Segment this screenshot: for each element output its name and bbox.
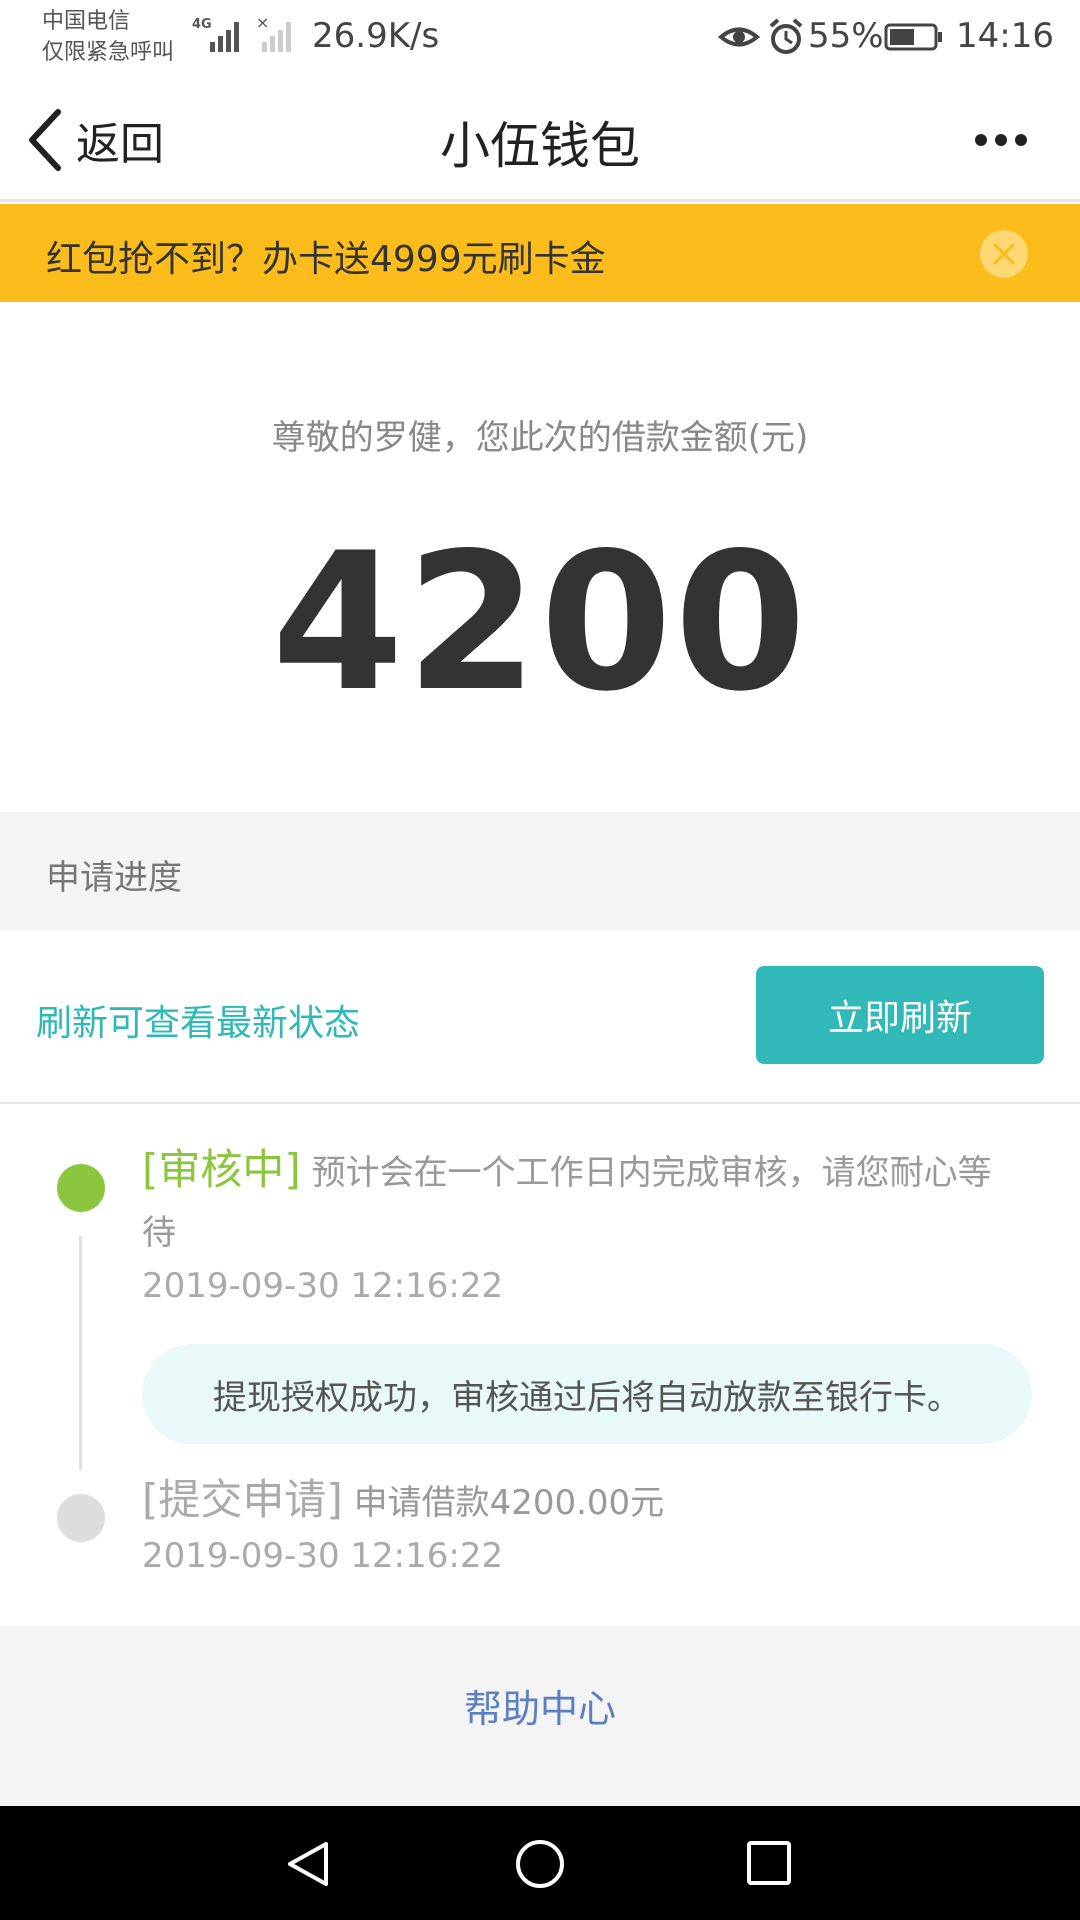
system-nav-bar <box>0 1806 1080 1920</box>
system-back-icon[interactable] <box>282 1838 334 1890</box>
battery-percent: 55% <box>808 16 884 56</box>
status-bar: 中国电信 仅限紧急呼叫 4G × 26.9K/s 55% 14:16 <box>0 0 1080 78</box>
clock: 14:16 <box>956 16 1054 56</box>
refresh-button[interactable]: 立即刷新 <box>756 966 1044 1064</box>
nav-bar: 返回 小伍钱包 <box>0 78 1080 202</box>
net-speed: 26.9K/s <box>312 16 440 56</box>
carrier-info: 中国电信 仅限紧急呼叫 <box>42 6 174 68</box>
close-banner-button[interactable] <box>980 230 1028 278</box>
status-description: 申请借款4200.00元 <box>342 1483 665 1523</box>
refresh-row: 刷新可查看最新状态 立即刷新 <box>0 930 1080 1104</box>
timestamp-submitted: 2019-09-30 12:16:22 <box>142 1536 504 1576</box>
system-home-icon[interactable] <box>514 1838 566 1890</box>
timestamp-reviewing: 2019-09-30 12:16:22 <box>142 1266 504 1306</box>
page-title: 小伍钱包 <box>440 117 640 175</box>
loan-amount-caption: 尊敬的罗健，您此次的借款金额(元) <box>271 418 809 458</box>
timeline-line <box>79 1236 82 1470</box>
battery-icon <box>884 23 942 51</box>
carrier-name: 中国电信 <box>42 9 131 34</box>
status-label-reviewing: [审核中] <box>142 1145 301 1194</box>
system-recents-icon[interactable] <box>746 1840 792 1886</box>
status-label-submitted: [提交申请] <box>142 1475 343 1524</box>
promo-banner[interactable]: 红包抢不到？办卡送4999元刷卡金 <box>0 204 1080 302</box>
timeline-dot-inactive <box>57 1494 105 1542</box>
network-type-label: 4G <box>192 17 212 32</box>
help-center-link[interactable]: 帮助中心 <box>0 1678 1080 1733</box>
timeline-item-submitted: [提交申请] 申请借款4200.00元 <box>142 1470 664 1533</box>
promo-text: 红包抢不到？办卡送4999元刷卡金 <box>46 239 606 280</box>
timeline-dot-active <box>57 1164 105 1212</box>
more-dots-icon[interactable] <box>972 120 1030 160</box>
svg-text:×: × <box>256 14 269 32</box>
carrier-status: 仅限紧急呼叫 <box>42 40 175 65</box>
progress-section-header: 申请进度 <box>0 812 1080 930</box>
section-title: 申请进度 <box>46 858 182 898</box>
timeline-item-reviewing: [审核中] 预计会在一个工作日内完成审核，请您耐心等待 <box>142 1140 1022 1263</box>
help-area: 帮助中心 <box>0 1626 1080 1806</box>
refresh-hint: 刷新可查看最新状态 <box>36 1003 361 1044</box>
eye-icon <box>718 27 760 47</box>
loan-amount-value: 4200 <box>271 512 809 733</box>
signal-4g-icon: 4G <box>192 17 239 52</box>
signal-no-service-icon: × <box>256 14 291 52</box>
notice-pill: 提现授权成功，审核通过后将自动放款至银行卡。 <box>142 1344 1032 1444</box>
alarm-icon <box>769 18 803 54</box>
close-icon <box>993 243 1015 265</box>
